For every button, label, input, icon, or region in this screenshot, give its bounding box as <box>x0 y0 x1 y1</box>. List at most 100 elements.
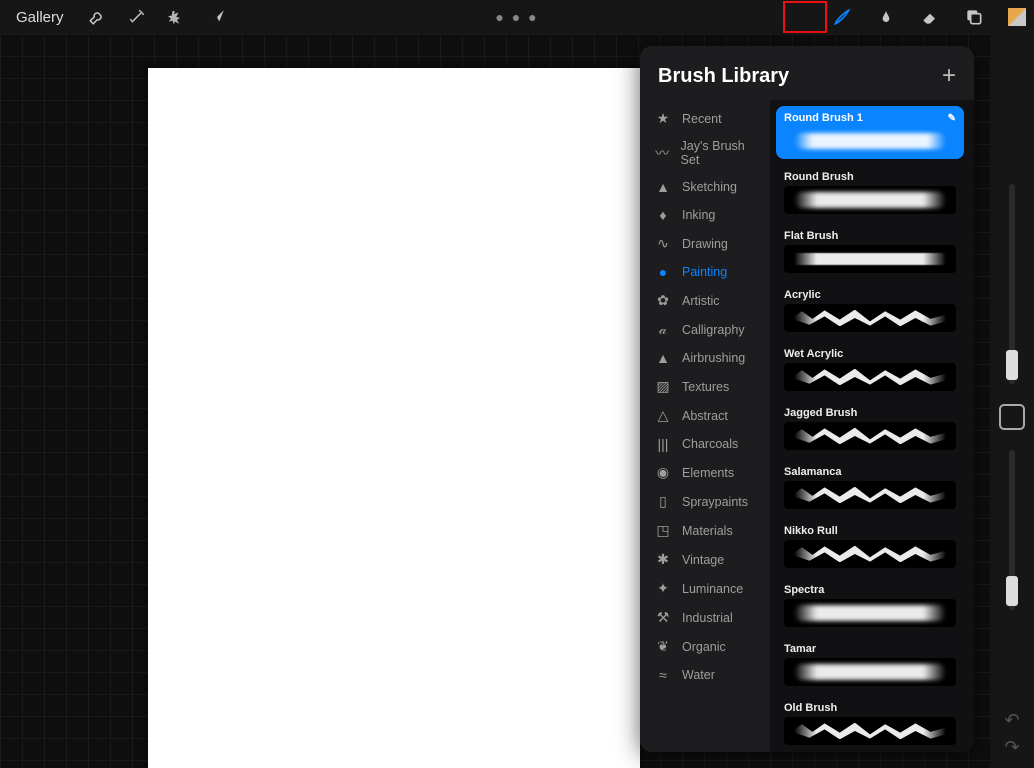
category-artistic[interactable]: ✿ Artistic <box>640 286 770 315</box>
brush-name-label: Old Brush <box>784 702 837 714</box>
brush-round-brush[interactable]: Round Brush <box>776 165 964 218</box>
category-water[interactable]: ≈Water <box>640 661 770 689</box>
brush-name-label: Acrylic <box>784 289 821 301</box>
brush-stroke-preview <box>784 245 956 273</box>
brush-tamar[interactable]: Tamar <box>776 637 964 690</box>
opacity-slider[interactable] <box>1009 450 1015 610</box>
category-industrial[interactable]: ⚒Industrial <box>640 603 770 632</box>
brush-round-brush-1[interactable]: Round Brush 1 ✎ <box>776 106 964 159</box>
brush-stroke-preview <box>784 127 956 155</box>
wand-icon[interactable] <box>128 8 146 26</box>
redo-icon[interactable]: ↷ <box>1004 737 1019 758</box>
category-icon: ◳ <box>654 522 672 539</box>
smudge-icon[interactable] <box>876 7 896 27</box>
category-label: Painting <box>682 265 727 279</box>
category-luminance[interactable]: ✦Luminance <box>640 574 770 603</box>
category-calligraphy[interactable]: 𝒶Calligraphy <box>640 315 770 344</box>
brush-spectra[interactable]: Spectra <box>776 578 964 631</box>
brush-name-label: Spectra <box>784 584 824 596</box>
brush-name-label: Wet Acrylic <box>784 348 843 360</box>
wrench-icon[interactable] <box>88 8 106 26</box>
brush-salamanca[interactable]: Salamanca <box>776 460 964 513</box>
brush-stroke-preview <box>784 540 956 568</box>
category-icon: ★ <box>654 110 672 127</box>
brush-name-label: Nikko Rull <box>784 525 838 537</box>
brush-name-label: Salamanca <box>784 466 841 478</box>
canvas[interactable] <box>148 68 640 768</box>
category-icon: 𝒶 <box>654 321 672 338</box>
category-label: Charcoals <box>682 437 738 451</box>
top-toolbar: Gallery ● ● ● <box>0 0 1034 34</box>
category-elements[interactable]: ◉Elements <box>640 458 770 487</box>
brush-stroke-preview <box>784 717 956 745</box>
brush-name-label: Flat Brush <box>784 230 838 242</box>
category-airbrushing[interactable]: ▲Airbrushing <box>640 344 770 372</box>
panel-header: Brush Library + <box>640 46 974 100</box>
category-charcoals[interactable]: |||Charcoals <box>640 430 770 458</box>
category-painting[interactable]: ● Painting <box>640 258 770 286</box>
modifier-button[interactable] <box>999 404 1025 430</box>
brush-jagged-brush[interactable]: Jagged Brush <box>776 401 964 454</box>
category-icon: ⚒ <box>654 609 672 626</box>
category-icon: ● <box>654 264 672 280</box>
category-label: Drawing <box>682 237 728 251</box>
category-materials[interactable]: ◳Materials <box>640 516 770 545</box>
category-icon: ◉ <box>654 464 672 481</box>
top-left-tools <box>88 8 226 26</box>
category-abstract[interactable]: △Abstract <box>640 401 770 430</box>
category-label: Artistic <box>682 294 720 308</box>
top-right-tools <box>832 0 1026 34</box>
category-drawing[interactable]: ∿Drawing <box>640 229 770 258</box>
brush-old-brush[interactable]: Old Brush <box>776 696 964 749</box>
undo-redo-group: ↶ ↷ <box>1004 710 1019 758</box>
brush-acrylic[interactable]: Acrylic <box>776 283 964 336</box>
undo-icon[interactable]: ↶ <box>1004 710 1019 731</box>
add-brush-icon[interactable]: + <box>942 62 956 90</box>
brush-name-label: Round Brush 1 <box>784 112 863 124</box>
category-icon: ✿ <box>654 292 672 309</box>
category-spraypaints[interactable]: ▯ Spraypaints <box>640 487 770 516</box>
brush-name-label: Round Brush <box>784 171 854 183</box>
ellipsis-icon[interactable]: ● ● ● <box>495 9 538 25</box>
arrow-icon[interactable] <box>208 8 226 26</box>
category-sketching[interactable]: ▲ Sketching <box>640 173 770 201</box>
brush-list[interactable]: Round Brush 1 ✎ Round Brush Flat Brush Acryl… <box>770 100 974 752</box>
category-icon: 〰 <box>654 143 671 163</box>
category-recent[interactable]: ★Recent <box>640 104 770 133</box>
select-icon[interactable] <box>168 8 186 26</box>
category-icon: ▨ <box>654 378 672 395</box>
brush-size-slider[interactable] <box>1009 184 1015 384</box>
edit-brush-icon[interactable]: ✎ <box>948 113 956 124</box>
layers-icon[interactable] <box>964 7 984 27</box>
category-icon: ▯ <box>654 493 672 510</box>
category-jay-s-brush-set[interactable]: 〰 Jay's Brush Set <box>640 133 770 173</box>
brush-flat-brush[interactable]: Flat Brush <box>776 224 964 277</box>
brush-tool-highlight <box>783 1 827 33</box>
category-organic[interactable]: ❦Organic <box>640 632 770 661</box>
category-vintage[interactable]: ✱Vintage <box>640 545 770 574</box>
category-label: Sketching <box>682 180 737 194</box>
category-label: Jay's Brush Set <box>681 139 760 167</box>
brush-nikko-rull[interactable]: Nikko Rull <box>776 519 964 572</box>
category-label: Water <box>682 668 715 682</box>
color-icon[interactable] <box>1008 8 1026 26</box>
category-label: Organic <box>682 640 726 654</box>
brush-icon[interactable] <box>832 7 852 27</box>
category-label: Luminance <box>682 582 743 596</box>
brush-category-list[interactable]: ★Recent 〰 Jay's Brush Set ▲ Sketching ♦Inking… <box>640 100 770 752</box>
right-sidebar: ↶ ↷ <box>990 34 1034 768</box>
brush-name-label: Jagged Brush <box>784 407 857 419</box>
brush-wet-acrylic[interactable]: Wet Acrylic <box>776 342 964 395</box>
gallery-button[interactable]: Gallery <box>10 7 70 28</box>
category-label: Spraypaints <box>682 495 748 509</box>
category-inking[interactable]: ♦Inking <box>640 201 770 229</box>
category-label: Vintage <box>682 553 724 567</box>
brush-stroke-preview <box>784 599 956 627</box>
brush-name-label: Tamar <box>784 643 816 655</box>
category-label: Abstract <box>682 409 728 423</box>
category-textures[interactable]: ▨Textures <box>640 372 770 401</box>
eraser-icon[interactable] <box>920 7 940 27</box>
brush-stroke-preview <box>784 481 956 509</box>
category-icon: ▲ <box>654 179 672 195</box>
app-root: Gallery ● ● ● <box>0 0 1034 768</box>
